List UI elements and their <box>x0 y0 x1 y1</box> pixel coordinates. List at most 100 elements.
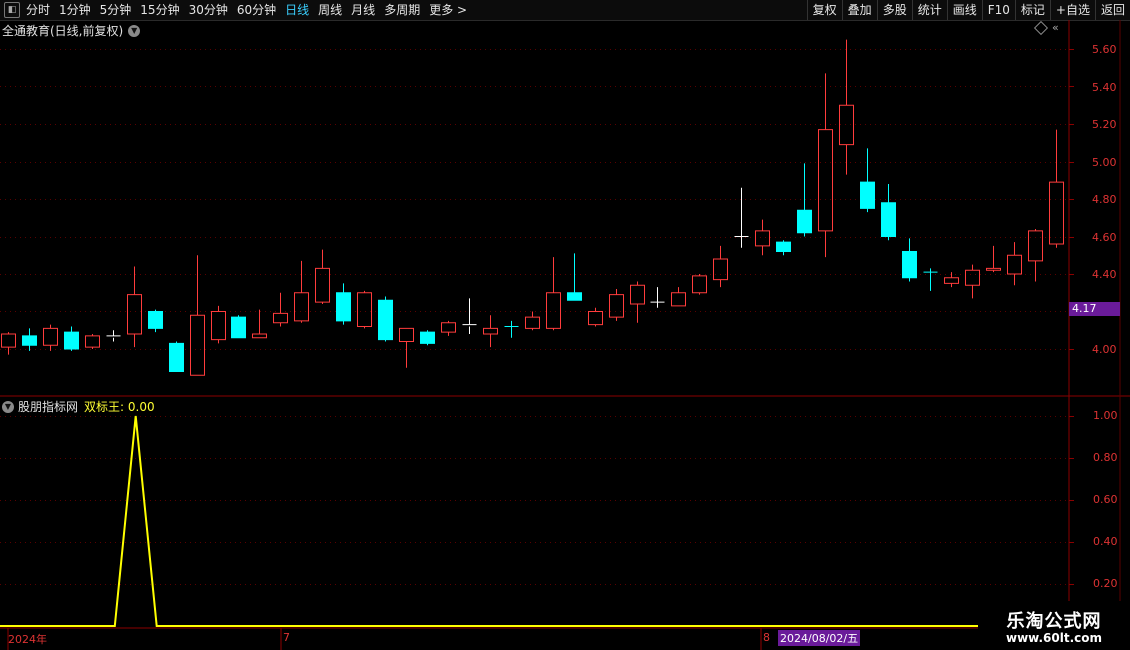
candle-body <box>441 322 456 333</box>
candle-body <box>944 277 959 284</box>
candle <box>965 264 980 299</box>
candle-body <box>839 104 854 146</box>
candle-body <box>902 251 917 279</box>
candle-body <box>148 311 163 329</box>
candle <box>923 268 938 291</box>
side-panel-edge[interactable] <box>1120 30 1130 390</box>
candle-body <box>609 294 624 318</box>
candle-body <box>776 241 791 252</box>
candle <box>190 255 205 376</box>
candle <box>671 287 686 307</box>
candle-body <box>483 327 498 335</box>
candle <box>294 260 309 323</box>
candle-body <box>231 316 246 339</box>
current-price-label: 4.17 <box>1072 302 1097 315</box>
candle-body <box>1007 254 1022 275</box>
price-tick: 5.40 <box>1092 81 1117 94</box>
price-tick: 4.60 <box>1092 231 1117 244</box>
candle <box>106 330 121 342</box>
candle-body <box>755 230 770 247</box>
candle <box>734 187 749 248</box>
candle-body <box>169 342 184 372</box>
date-label-year: 2024年 <box>8 633 47 646</box>
candle <box>944 272 959 288</box>
cursor-date-label: 2024/08/02/五 <box>778 630 861 646</box>
candle <box>378 296 393 342</box>
indicator-tick: 0.40 <box>1093 535 1118 548</box>
candle-body <box>211 311 226 341</box>
candle <box>252 309 267 339</box>
candle <box>797 163 812 237</box>
candle <box>231 315 246 339</box>
candle-body <box>525 316 540 329</box>
candle <box>776 240 791 256</box>
candle-body <box>860 181 875 209</box>
candle <box>399 327 414 368</box>
chart-grid <box>0 20 1130 650</box>
candle-body <box>273 312 288 324</box>
candle <box>211 305 226 344</box>
candle-body <box>378 299 393 341</box>
collapse-chevron-icon[interactable]: « <box>1052 21 1059 34</box>
candle <box>588 307 603 327</box>
indicator-tick: 0.20 <box>1093 577 1118 590</box>
candle <box>357 290 372 329</box>
candle <box>64 326 79 351</box>
date-label-month: 7 <box>283 631 290 644</box>
candle-body <box>43 327 58 346</box>
chart-title[interactable]: 全通教育(日线,前复权) ▼ <box>2 22 141 39</box>
candle <box>986 245 1001 273</box>
indicator-header[interactable]: ▼ 股朋指标网 双标王: 0.00 <box>2 398 155 415</box>
candle <box>169 341 184 372</box>
candle <box>127 266 142 348</box>
candle <box>336 283 351 325</box>
candle <box>630 281 645 323</box>
candle-body <box>797 209 812 234</box>
candle <box>315 249 330 304</box>
candle <box>881 184 896 241</box>
candle-body <box>567 292 582 301</box>
candlestick-series <box>1 39 1064 376</box>
candle <box>22 328 37 351</box>
price-tick: 5.60 <box>1092 43 1117 56</box>
indicator-value: 双标王: 0.00 <box>84 400 155 414</box>
candle <box>462 298 477 334</box>
candle-body <box>22 335 37 346</box>
candle-body <box>986 267 1001 271</box>
watermark-title: 乐淘公式网 <box>1006 611 1102 632</box>
candle <box>1028 229 1043 282</box>
watermark: 乐淘公式网 www.60lt.com <box>978 601 1130 650</box>
candle <box>43 324 58 351</box>
candle-body <box>692 275 707 294</box>
stock-chart[interactable] <box>0 0 1130 650</box>
candle-body <box>315 267 330 303</box>
candle <box>525 311 540 331</box>
candle <box>85 334 100 349</box>
candle <box>546 257 561 331</box>
candle <box>567 253 582 301</box>
candle-body <box>881 202 896 237</box>
candle <box>609 289 624 321</box>
candle-body <box>420 331 435 344</box>
current-price-tag: 4.17 <box>1069 302 1120 316</box>
candle-body <box>399 327 414 342</box>
candle-body <box>630 284 645 305</box>
candle <box>902 238 917 282</box>
chevron-down-icon[interactable]: ▼ <box>128 24 141 37</box>
candle-body <box>252 333 267 339</box>
candle <box>755 219 770 256</box>
chevron-down-icon[interactable]: ▼ <box>2 400 14 413</box>
candle-body <box>85 335 100 348</box>
candle <box>273 292 288 327</box>
candle-body <box>965 269 980 286</box>
watermark-url: www.60lt.com <box>1005 631 1103 645</box>
candle <box>860 148 875 213</box>
candle <box>1007 242 1022 286</box>
price-tick: 5.00 <box>1092 156 1117 169</box>
candle-body <box>1 333 16 348</box>
candle-body <box>546 292 561 329</box>
price-tick: 5.20 <box>1092 118 1117 131</box>
indicator-line <box>0 415 1058 627</box>
indicator-series <box>0 415 1058 627</box>
candle <box>441 320 456 336</box>
